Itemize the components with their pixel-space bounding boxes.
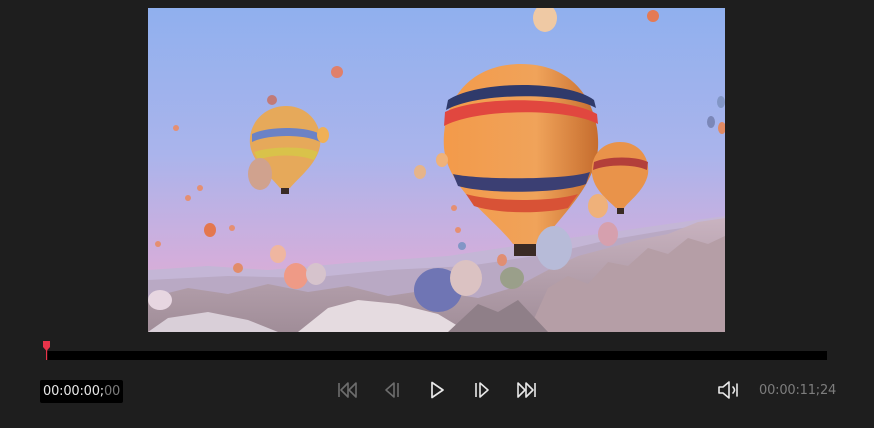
total-duration: 00:00:11;24 — [759, 383, 837, 398]
timeline-track[interactable] — [46, 351, 827, 360]
play-button[interactable] — [425, 378, 449, 402]
volume-icon — [718, 381, 738, 399]
step-back-button[interactable] — [380, 378, 404, 402]
skip-to-end-button[interactable] — [514, 378, 538, 402]
current-time-frames: 00 — [103, 384, 121, 399]
step-back-icon — [385, 382, 399, 398]
step-forward-button[interactable] — [470, 378, 494, 402]
volume-button[interactable] — [716, 378, 740, 402]
step-forward-icon — [475, 382, 489, 398]
skip-to-end-icon — [517, 382, 536, 398]
play-icon — [431, 381, 444, 399]
skip-to-start-icon — [338, 382, 357, 398]
current-time-main: 00:00:00; — [43, 384, 104, 399]
playhead-marker[interactable] — [43, 341, 50, 360]
hot-air-balloons-frame — [148, 8, 725, 332]
skip-to-start-button[interactable] — [336, 378, 360, 402]
current-time-display: 00:00:00;00 — [40, 380, 124, 403]
video-preview — [148, 8, 725, 332]
